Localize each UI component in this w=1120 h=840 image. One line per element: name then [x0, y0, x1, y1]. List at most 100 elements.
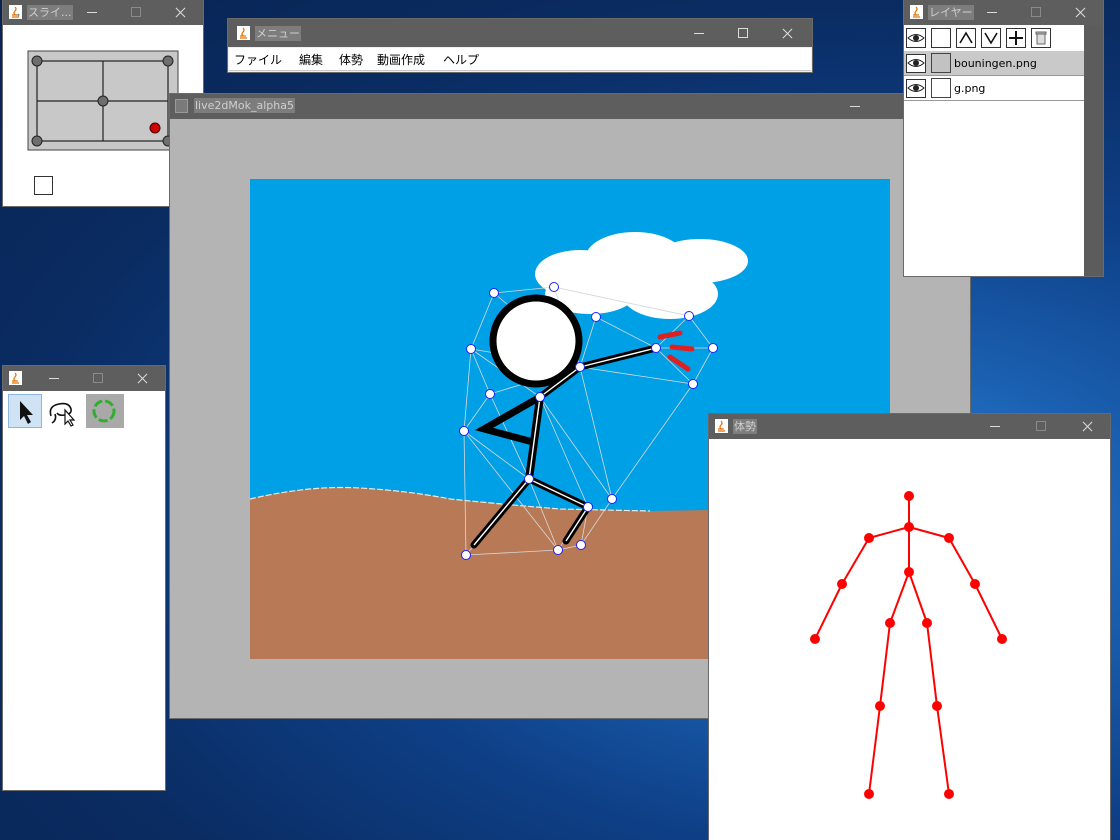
- mesh-point: [461, 550, 471, 560]
- layer-row[interactable]: g.png: [904, 76, 1084, 101]
- mesh-point: [708, 343, 718, 353]
- pose-joint: [997, 634, 1007, 644]
- layer-thumbnail: [931, 53, 951, 73]
- deform-slider-pad[interactable]: [27, 50, 181, 152]
- close-button[interactable]: [1057, 0, 1103, 25]
- move-up-button[interactable]: [956, 28, 976, 48]
- pose-joint: [875, 701, 885, 711]
- slider-window-titlebar[interactable]: スライ...: [3, 0, 203, 25]
- menu-help[interactable]: ヘルプ: [443, 51, 479, 68]
- layer-visibility-toggle[interactable]: [906, 54, 926, 73]
- menu-video[interactable]: 動画作成: [377, 51, 425, 68]
- close-button[interactable]: [764, 21, 810, 46]
- mesh-point: [688, 379, 698, 389]
- mesh-point: [489, 288, 499, 298]
- pose-joint: [904, 522, 914, 532]
- menu-file[interactable]: ファイル: [234, 51, 282, 68]
- trash-icon: [1035, 31, 1047, 45]
- main-window-titlebar[interactable]: live2dMok_alpha5: [170, 94, 970, 119]
- pointer-tool-icon[interactable]: [8, 394, 42, 428]
- pose-joint: [864, 789, 874, 799]
- java-icon: [910, 5, 923, 19]
- mesh-point: [549, 282, 559, 292]
- pose-skeleton-editor[interactable]: [709, 439, 1110, 840]
- minimize-button[interactable]: [832, 94, 878, 119]
- layer-name: bouningen.png: [954, 57, 1037, 70]
- slider-window-title: スライ...: [27, 5, 73, 20]
- delete-layer-button[interactable]: [1031, 28, 1051, 48]
- pose-joint: [810, 634, 820, 644]
- pose-joint: [864, 533, 874, 543]
- pose-joint: [885, 618, 895, 628]
- tools-window-titlebar[interactable]: [3, 366, 165, 391]
- slider-handle: [149, 122, 161, 134]
- slider-corner-point: [31, 55, 43, 67]
- pose-window-titlebar[interactable]: 体勢: [709, 414, 1110, 439]
- mesh-point: [553, 545, 563, 555]
- menu-edit[interactable]: 編集: [299, 51, 323, 68]
- maximize-button[interactable]: [720, 21, 766, 46]
- mesh-point: [583, 502, 593, 512]
- mesh-point: [466, 344, 476, 354]
- rotate-tool-icon[interactable]: [86, 394, 124, 428]
- mesh-point: [524, 474, 534, 484]
- app-icon: [175, 99, 188, 113]
- minimize-button[interactable]: [969, 0, 1015, 25]
- java-icon: [9, 5, 22, 19]
- java-icon: [237, 26, 250, 40]
- pose-joint: [932, 701, 942, 711]
- minimize-button[interactable]: [676, 21, 722, 46]
- maximize-button[interactable]: [1018, 414, 1064, 439]
- layer-name: g.png: [954, 82, 986, 95]
- pose-joint: [904, 491, 914, 501]
- lasso-tool-icon[interactable]: [45, 394, 79, 428]
- visibility-all-button[interactable]: [906, 28, 926, 48]
- up-icon: [959, 31, 973, 44]
- menu-bar: ファイル 編集 体勢 動画作成 ヘルプ: [229, 48, 811, 71]
- mesh-point: [576, 540, 586, 550]
- mesh-point: [575, 362, 585, 372]
- mesh-point: [485, 389, 495, 399]
- slider-center-point: [97, 95, 109, 107]
- menu-window-titlebar[interactable]: メニュー: [228, 19, 812, 47]
- pose-joint: [922, 618, 932, 628]
- menu-window-title: メニュー: [255, 26, 301, 41]
- close-button[interactable]: [1064, 414, 1110, 439]
- minimize-button[interactable]: [972, 414, 1018, 439]
- layer-window-titlebar[interactable]: レイヤー: [904, 0, 1103, 25]
- mesh-point: [684, 311, 694, 321]
- close-button[interactable]: [157, 0, 203, 25]
- minimize-button[interactable]: [69, 0, 115, 25]
- mesh-point: [607, 494, 617, 504]
- slider-checkbox[interactable]: [34, 176, 53, 195]
- layer-thumbnail: [931, 78, 951, 98]
- layer-visibility-toggle[interactable]: [906, 79, 926, 98]
- maximize-button[interactable]: [113, 0, 159, 25]
- pose-joint: [944, 533, 954, 543]
- stick-figure-head: [489, 294, 583, 388]
- layer-toolbar: [904, 25, 1084, 51]
- minimize-button[interactable]: [31, 366, 77, 391]
- move-down-button[interactable]: [981, 28, 1001, 48]
- mesh-point: [591, 312, 601, 322]
- close-button[interactable]: [119, 366, 165, 391]
- layer-row[interactable]: bouningen.png: [904, 51, 1084, 76]
- menu-window: メニュー ファイル 編集 体勢 動画作成 ヘルプ: [228, 19, 812, 72]
- pose-joint: [837, 579, 847, 589]
- pose-joint: [944, 789, 954, 799]
- add-icon: [1009, 31, 1023, 45]
- layer-scrollbar[interactable]: [1084, 25, 1103, 276]
- layer-window-title: レイヤー: [928, 5, 974, 20]
- java-icon: [9, 371, 22, 385]
- menu-pose[interactable]: 体勢: [339, 51, 363, 68]
- maximize-button[interactable]: [75, 366, 121, 391]
- layer-thumb-button[interactable]: [931, 28, 951, 48]
- tools-window: [3, 366, 165, 790]
- maximize-button[interactable]: [1013, 0, 1059, 25]
- eye-icon: [907, 84, 925, 92]
- main-window-title: live2dMok_alpha5: [194, 98, 295, 113]
- mesh-point: [535, 392, 545, 402]
- layer-window: レイヤー bouningen.png g.png: [904, 0, 1103, 276]
- eye-icon: [907, 59, 925, 67]
- add-layer-button[interactable]: [1006, 28, 1026, 48]
